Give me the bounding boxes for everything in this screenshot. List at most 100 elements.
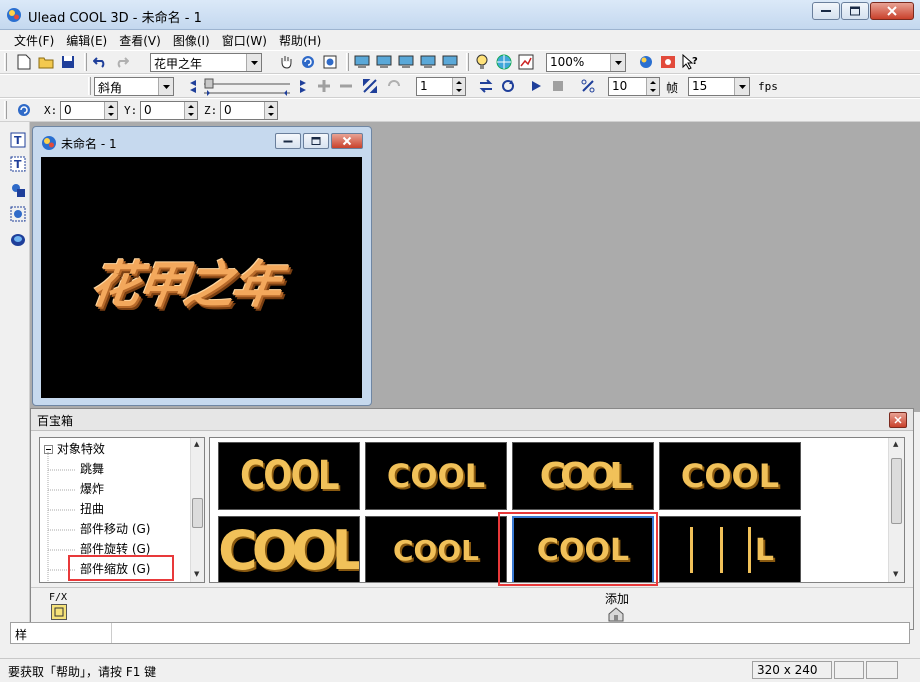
doc-minimize-button[interactable] <box>275 133 301 149</box>
scroll-up-icon[interactable]: ▲ <box>893 440 898 448</box>
stop-button[interactable] <box>548 76 568 96</box>
tree-scroll-thumb[interactable] <box>192 498 203 528</box>
menu-view[interactable]: 查看(V) <box>113 30 167 50</box>
tips-icon <box>661 56 675 68</box>
web-button[interactable] <box>494 52 514 72</box>
palette-title: 百宝箱 <box>37 414 74 428</box>
spin-arrows-icon <box>264 102 277 119</box>
save-button[interactable] <box>58 52 78 72</box>
thumbnails-scroll-thumb[interactable] <box>891 458 902 524</box>
scroll-down-icon[interactable]: ▼ <box>893 570 898 578</box>
smooth-motion-button[interactable] <box>578 76 598 96</box>
remove-keyframe-button[interactable] <box>336 76 356 96</box>
resize-tool-button[interactable] <box>320 52 340 72</box>
reverse-keyframe-button[interactable] <box>360 76 380 96</box>
repeat-button[interactable] <box>498 76 518 96</box>
menu-image[interactable]: 图像(I) <box>167 30 216 50</box>
add-button[interactable] <box>607 606 625 622</box>
menu-edit[interactable]: 编辑(E) <box>60 30 113 50</box>
loop-keyframe-button[interactable] <box>384 76 404 96</box>
tree-item-dance[interactable]: 跳舞 <box>80 460 104 480</box>
view-side-button[interactable] <box>396 52 416 72</box>
3d-text-object[interactable]: 花甲之年 <box>86 245 326 315</box>
redo-button[interactable] <box>112 52 132 72</box>
effect-tile-3[interactable]: COOL <box>512 442 654 510</box>
menu-help[interactable]: 帮助(H) <box>273 30 327 50</box>
redo-icon <box>117 57 129 68</box>
view-left-button[interactable] <box>418 52 438 72</box>
frame-rate-combo[interactable]: 15 <box>688 77 750 96</box>
y-position-spinner[interactable]: 0 <box>140 101 198 120</box>
svg-text:?: ? <box>692 56 698 67</box>
zoom-combo[interactable]: 100% <box>546 53 626 72</box>
help-pointer-icon: ? <box>682 54 698 70</box>
pan-tool-button[interactable] <box>276 52 296 72</box>
frame-number-spinner[interactable]: 1 <box>416 77 466 96</box>
bounce-button[interactable] <box>476 76 496 96</box>
text-object-value: 花甲之年 <box>154 57 203 71</box>
toolbar-grip[interactable] <box>4 53 7 71</box>
rotate-tool-button[interactable] <box>298 52 318 72</box>
lighting-button[interactable] <box>472 52 492 72</box>
toolbar-grip[interactable] <box>88 77 91 95</box>
bevel-combo[interactable]: 斜角 <box>94 77 174 96</box>
status-cell <box>834 661 864 679</box>
minimize-icon <box>283 140 293 143</box>
select-object-button[interactable] <box>8 204 28 224</box>
menu-file[interactable]: 文件(F) <box>8 30 60 50</box>
tips-button[interactable] <box>658 52 678 72</box>
z-position-spinner[interactable]: 0 <box>220 101 278 120</box>
ulead-web-button[interactable] <box>636 52 656 72</box>
context-help-button[interactable]: ? <box>680 52 700 72</box>
palette-close-button[interactable] <box>889 412 907 428</box>
x-position-spinner[interactable]: 0 <box>60 101 118 120</box>
previous-keyframe-button[interactable] <box>182 76 202 96</box>
play-button[interactable] <box>526 76 546 96</box>
doc-maximize-button[interactable] <box>303 133 329 149</box>
scroll-down-icon[interactable]: ▼ <box>194 570 199 578</box>
effect-tile-6[interactable]: COOL <box>365 516 507 582</box>
maximize-button[interactable] <box>841 2 869 20</box>
text-object-combo[interactable]: 花甲之年 <box>150 53 262 72</box>
next-keyframe-button[interactable] <box>294 76 314 96</box>
undo-button[interactable] <box>90 52 110 72</box>
thumbnails-scrollbar[interactable]: ▲ ▼ <box>888 438 904 582</box>
tree-item-twist[interactable]: 扭曲 <box>80 500 104 520</box>
insert-text-button[interactable]: T <box>8 130 28 150</box>
chart-button[interactable] <box>516 52 536 72</box>
menu-bar: 文件(F) 编辑(E) 查看(V) 图像(I) 窗口(W) 帮助(H) <box>0 30 920 50</box>
toolbar-grip[interactable] <box>4 101 7 119</box>
fx-button[interactable] <box>51 604 67 620</box>
view-bottom-button[interactable] <box>440 52 460 72</box>
effect-tile-1[interactable]: COOL <box>218 442 360 510</box>
position-mode-button[interactable] <box>14 100 34 120</box>
timeline-slider[interactable] <box>202 77 292 97</box>
3d-canvas[interactable]: 花甲之年 <box>41 157 362 398</box>
effect-tile-8[interactable]: L <box>659 516 801 582</box>
view-front-button[interactable] <box>352 52 372 72</box>
object-list-button[interactable] <box>8 230 28 250</box>
open-file-button[interactable] <box>36 52 56 72</box>
chevron-down-icon <box>246 54 261 71</box>
tree-item-part-move[interactable]: 部件移动 (G) <box>80 520 150 540</box>
sample-label: 样 <box>15 628 28 642</box>
scroll-up-icon[interactable]: ▲ <box>194 440 199 448</box>
menu-window[interactable]: 窗口(W) <box>216 30 273 50</box>
tree-item-explode[interactable]: 爆炸 <box>80 480 104 500</box>
title-bar: Ulead COOL 3D - 未命名 - 1 <box>0 0 920 30</box>
insert-shape-button[interactable] <box>8 180 28 200</box>
edit-text-button[interactable]: T <box>8 154 28 174</box>
new-file-button[interactable] <box>14 52 34 72</box>
frames-spinner[interactable]: 10 <box>608 77 660 96</box>
tree-scrollbar[interactable]: ▲ ▼ <box>190 438 204 582</box>
doc-close-button[interactable] <box>331 133 363 149</box>
slider-track-icon <box>204 78 290 96</box>
window-title: Ulead COOL 3D - 未命名 - 1 <box>28 11 202 26</box>
effect-tile-4[interactable]: COOL <box>659 442 801 510</box>
minimize-button[interactable] <box>812 2 840 20</box>
effect-tile-5[interactable]: COOL <box>218 516 360 582</box>
effect-tile-2[interactable]: COOL <box>365 442 507 510</box>
add-keyframe-button[interactable] <box>314 76 334 96</box>
close-button[interactable] <box>870 2 914 20</box>
view-top-button[interactable] <box>374 52 394 72</box>
